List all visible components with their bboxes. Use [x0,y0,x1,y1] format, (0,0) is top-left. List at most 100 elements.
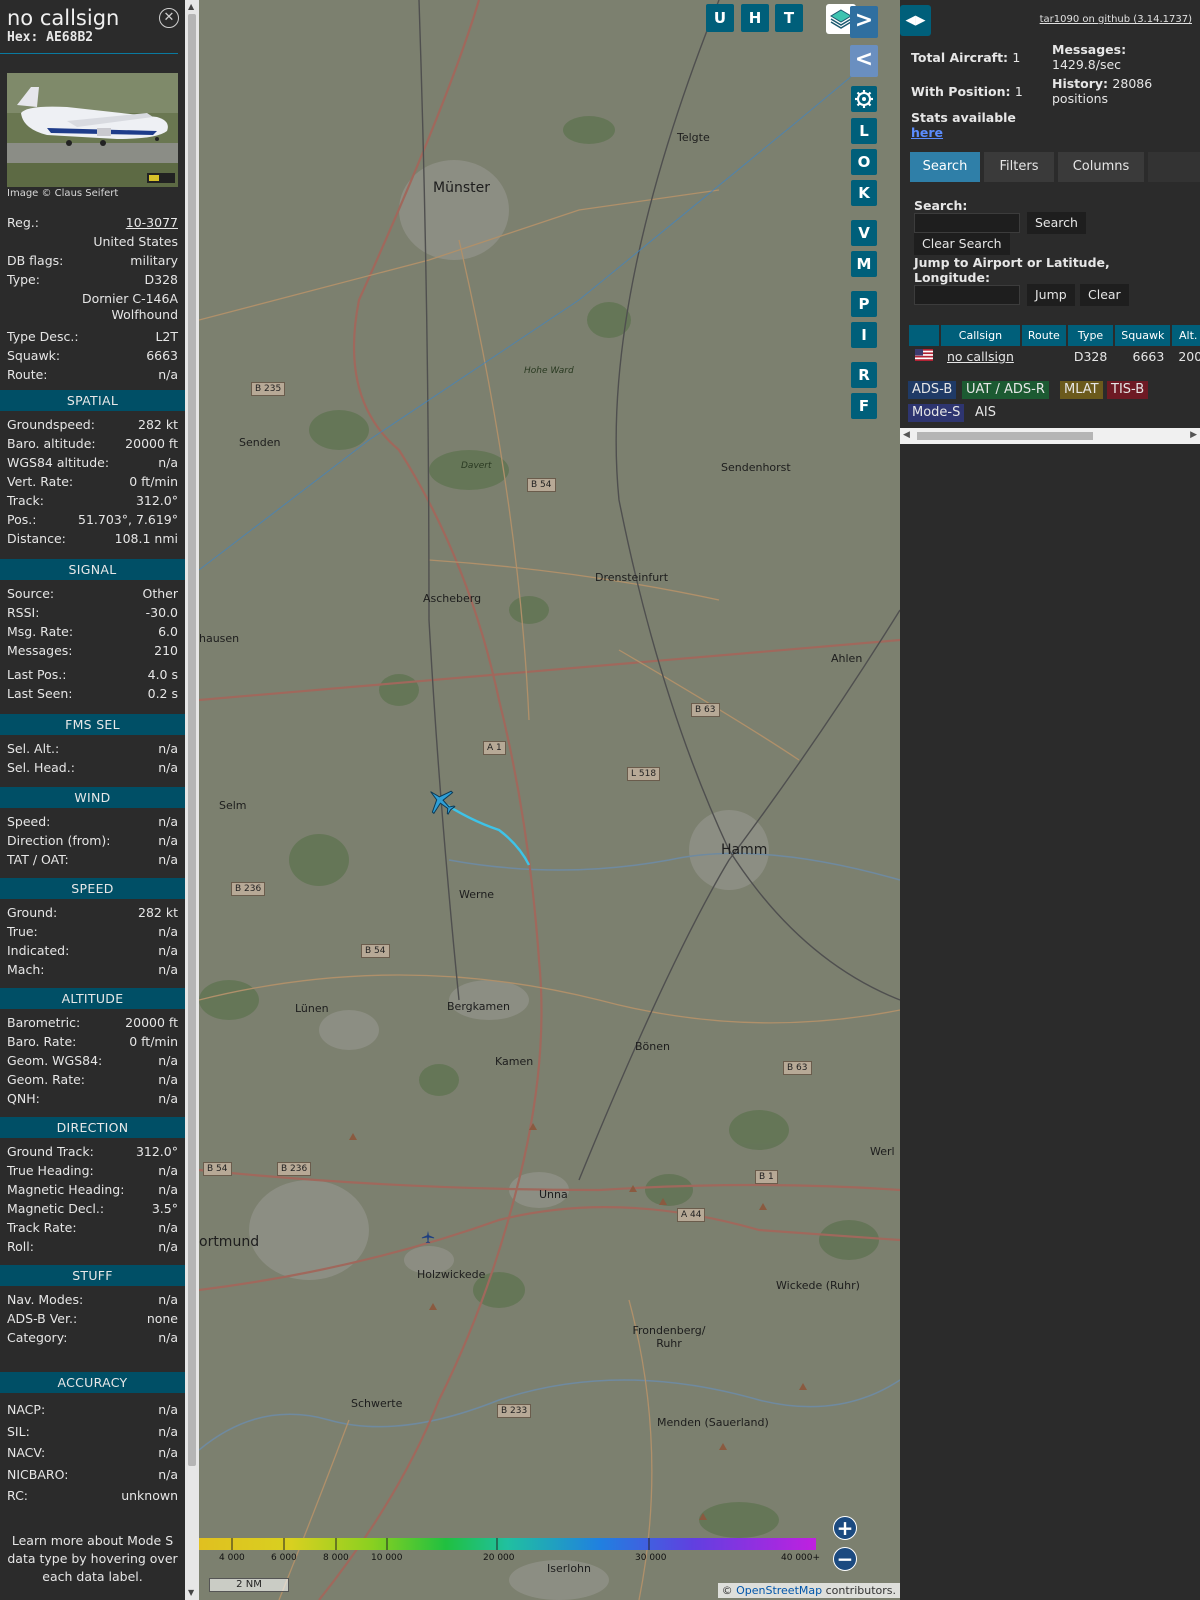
close-icon[interactable]: ✕ [159,8,179,28]
direction-label[interactable]: Magnetic Heading: [7,1182,124,1197]
selected-aircraft-icon[interactable] [425,785,457,817]
reg-link[interactable]: 10-3077 [126,215,178,230]
accuracy-label[interactable]: NACP: [7,1402,45,1417]
signal-label[interactable]: Last Pos.: [7,667,66,682]
altitude-label[interactable]: Geom. WGS84: [7,1053,102,1068]
zoom-out-button[interactable]: − [833,1547,857,1571]
scroll-up-icon[interactable]: ▲ [188,2,194,11]
stuff-label[interactable]: Nav. Modes: [7,1292,83,1307]
accuracy-label[interactable]: SIL: [7,1424,30,1439]
map-button-t[interactable]: T [775,4,803,32]
table-horizontal-scrollbar[interactable]: ◀ ▶ [900,428,1200,444]
scrollbar-thumb[interactable] [188,14,196,1466]
altitude-row: Geom. Rate: n/a [7,1072,178,1090]
accuracy-label[interactable]: NICBARO: [7,1467,68,1482]
github-link[interactable]: tar1090 on github (3.14.1737) [1040,14,1192,25]
stuff-row: Category: n/a [7,1330,178,1348]
tab-columns[interactable]: Columns [1058,152,1144,182]
column-header[interactable]: Route [1021,325,1066,346]
fms-label[interactable]: Sel. Head.: [7,760,75,775]
clear-search-button[interactable]: Clear Search [914,233,1010,255]
search-button[interactable]: Search [1027,212,1086,234]
spatial-label[interactable]: Distance: [7,531,66,546]
reg-row: Reg.: 10-3077 [7,215,178,233]
signal-value: 210 [154,643,178,658]
map-button-v[interactable]: V [851,220,877,246]
spatial-label[interactable]: Vert. Rate: [7,474,73,489]
signal-label[interactable]: Msg. Rate: [7,624,73,639]
wind-label[interactable]: Speed: [7,814,50,829]
direction-label[interactable]: True Heading: [7,1163,94,1178]
spatial-label[interactable]: Baro. altitude: [7,436,96,451]
signal-label[interactable]: Last Seen: [7,686,72,701]
signal-label[interactable]: Messages: [7,643,73,658]
accuracy-label[interactable]: RC: [7,1488,28,1503]
column-header[interactable] [909,325,939,346]
speed-label[interactable]: Mach: [7,962,44,977]
settings-button[interactable] [851,86,877,112]
stats-link[interactable]: here [911,125,943,140]
horizontal-scrollbar-thumb[interactable] [917,432,1093,440]
table-row[interactable]: no callsign D328 6663 20000 [909,346,1200,366]
altitude-label[interactable]: QNH: [7,1091,40,1106]
signal-label[interactable]: RSSI: [7,605,39,620]
info-scrollbar[interactable]: ▲ ▼ [185,0,199,1600]
zoom-in-button[interactable]: + [833,1516,857,1540]
wind-label[interactable]: Direction (from): [7,833,111,848]
tab-search[interactable]: Search [910,152,980,182]
scroll-right-icon[interactable]: ▶ [1190,430,1197,440]
map-button-l[interactable]: L [851,118,877,144]
forward-button[interactable]: > [850,6,878,38]
spatial-label[interactable]: WGS84 altitude: [7,455,109,470]
map-view[interactable]: Münster Telgte Senden Hohe Ward Davert S… [199,0,900,1600]
photo-credit: Image © Claus Seifert [7,188,119,199]
wind-label[interactable]: TAT / OAT: [7,852,69,867]
direction-label[interactable]: Track Rate: [7,1220,77,1235]
spatial-label[interactable]: Track: [7,493,44,508]
osm-link[interactable]: OpenStreetMap [736,1584,822,1597]
scroll-left-icon[interactable]: ◀ [903,430,910,440]
altitude-label[interactable]: Barometric: [7,1015,80,1030]
callsign-cell[interactable]: no callsign [941,346,1020,366]
clear-button[interactable]: Clear [1080,284,1129,306]
column-header[interactable]: Alt. (ft) [1172,325,1200,346]
direction-label[interactable]: Ground Track: [7,1144,94,1159]
aircraft-photo[interactable] [7,73,178,187]
direction-value: n/a [158,1182,178,1197]
map-button-p[interactable]: P [851,291,877,317]
back-button[interactable]: < [850,45,878,77]
speed-label[interactable]: Indicated: [7,943,69,958]
spatial-label[interactable]: Pos.: [7,512,36,527]
tab-filters[interactable]: Filters [984,152,1054,182]
column-header[interactable]: Callsign [941,325,1020,346]
map-button-u[interactable]: U [706,4,734,32]
map-button-r[interactable]: R [851,362,877,388]
map-button-i[interactable]: I [851,322,877,348]
direction-label[interactable]: Magnetic Decl.: [7,1201,104,1216]
speed-label[interactable]: Ground: [7,905,57,920]
signal-label[interactable]: Source: [7,586,54,601]
map-button-m[interactable]: M [851,251,877,277]
map-button-h[interactable]: H [741,4,769,32]
jump-input[interactable] [914,285,1020,305]
column-header[interactable]: Squawk [1115,325,1171,346]
direction-label[interactable]: Roll: [7,1239,34,1254]
expand-sidebar-button[interactable]: ◀▶ [900,5,931,36]
accuracy-label[interactable]: NACV: [7,1445,45,1460]
stuff-label[interactable]: ADS-B Ver.: [7,1311,77,1326]
callsign-link[interactable]: no callsign [947,349,1014,364]
column-header[interactable]: Type [1067,325,1114,346]
scroll-down-icon[interactable]: ▼ [188,1588,194,1597]
jump-button[interactable]: Jump [1027,284,1075,306]
altitude-label[interactable]: Geom. Rate: [7,1072,85,1087]
speed-label[interactable]: True: [7,924,38,939]
search-input[interactable] [914,213,1020,233]
map-button-k[interactable]: K [851,180,877,206]
town-label: Ahlen [831,652,863,665]
map-button-f[interactable]: F [851,393,877,419]
map-button-o[interactable]: O [851,149,877,175]
stuff-label[interactable]: Category: [7,1330,67,1345]
spatial-label[interactable]: Groundspeed: [7,417,95,432]
fms-label[interactable]: Sel. Alt.: [7,741,59,756]
altitude-label[interactable]: Baro. Rate: [7,1034,76,1049]
